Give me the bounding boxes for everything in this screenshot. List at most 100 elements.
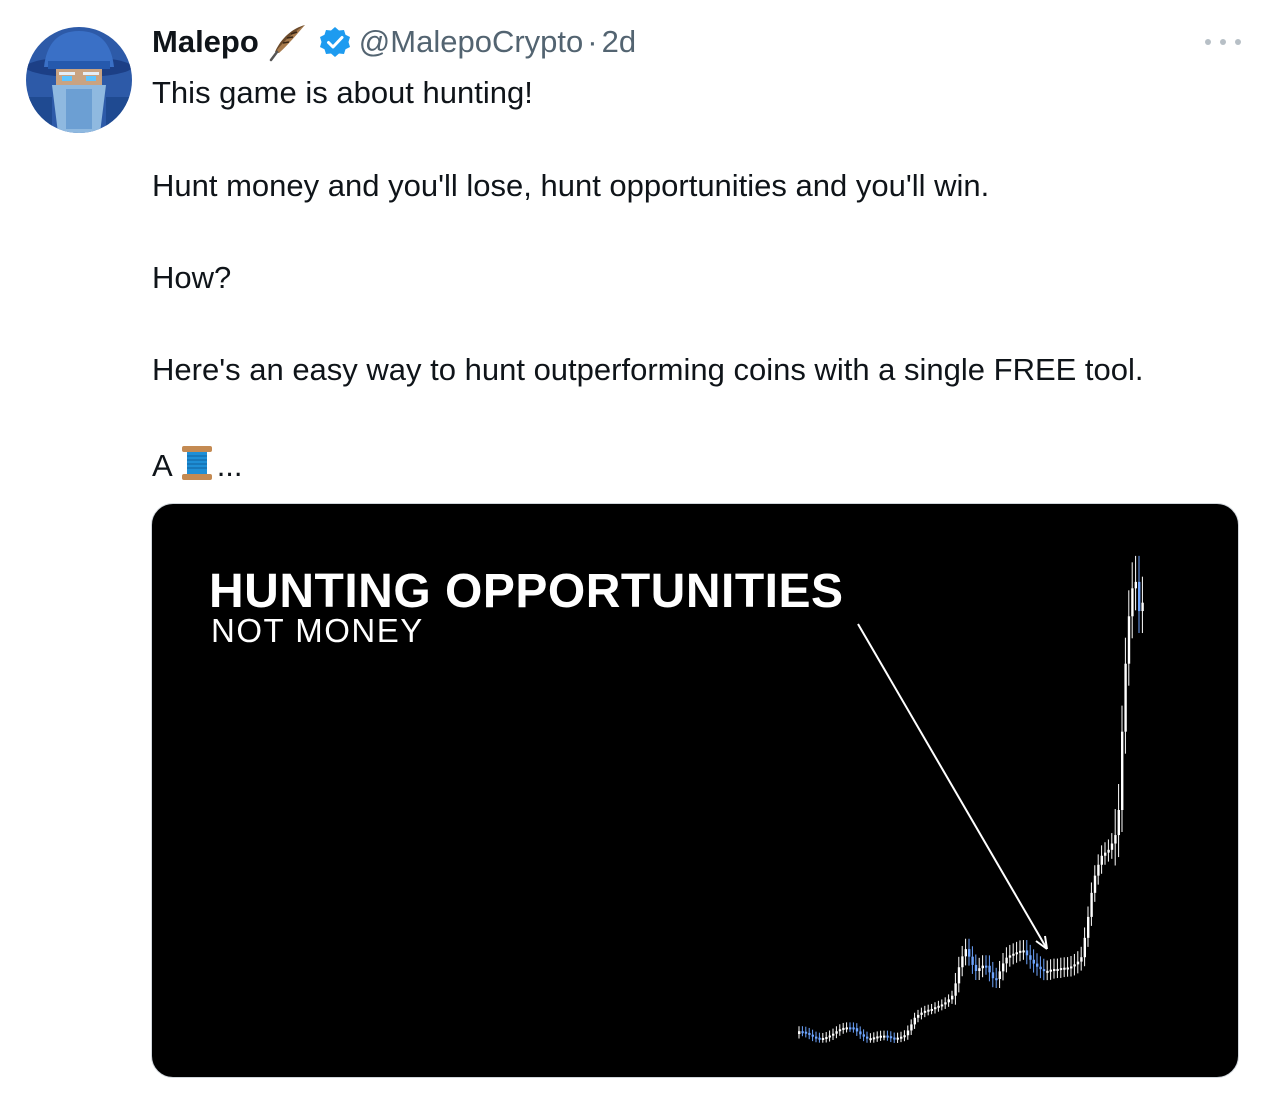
more-options-icon[interactable] [1203, 30, 1243, 54]
wizard-avatar-icon [26, 27, 132, 133]
candle-body [991, 972, 995, 979]
candle-body [995, 978, 998, 981]
candle-body [920, 1012, 923, 1015]
candle-body [886, 1035, 889, 1038]
candle-body [1053, 969, 1056, 972]
candle-body [906, 1030, 910, 1036]
candle-body [981, 965, 984, 969]
candle-body [947, 999, 950, 1003]
verified-badge-icon[interactable] [319, 26, 351, 58]
candle-body [798, 1031, 801, 1034]
candle-body [1036, 963, 1039, 967]
candle-body [940, 1004, 944, 1007]
candle-body [971, 956, 974, 965]
candle-body [1117, 809, 1120, 836]
candle-body [961, 956, 964, 968]
candle-body [838, 1029, 842, 1032]
candle-body [985, 965, 988, 968]
candle-body [917, 1014, 920, 1018]
candle-body [818, 1037, 821, 1040]
candlestick-series [798, 555, 1144, 1043]
candle-body [1087, 916, 1090, 938]
candle-body [930, 1008, 933, 1011]
candle-body [893, 1037, 896, 1040]
tweet-timestamp[interactable]: 2d [602, 24, 636, 60]
candle-body [1056, 968, 1059, 971]
candle-body [811, 1034, 814, 1037]
candle-body [815, 1036, 818, 1039]
author-avatar[interactable] [26, 27, 132, 133]
candle-body [1070, 966, 1073, 969]
candle-body [974, 964, 978, 971]
tweet-text-line: Here's an easy way to hunt outperforming… [152, 352, 1144, 387]
candle-body [872, 1037, 876, 1040]
thread-prefix: A [152, 448, 173, 483]
candle-body [828, 1035, 831, 1038]
candle-body [1083, 937, 1086, 958]
candle-body [1002, 963, 1005, 972]
candle-body [968, 949, 971, 957]
candle-body [1121, 731, 1124, 810]
candle-body [1049, 969, 1052, 972]
candle-body [1124, 663, 1127, 732]
tweet-text-line-thread: A ... [152, 444, 243, 484]
candle-body [855, 1028, 859, 1032]
candle-body [866, 1036, 869, 1039]
candle-body [1073, 964, 1076, 967]
candle-body [988, 965, 991, 973]
candle-body [832, 1033, 835, 1036]
candle-body [1090, 892, 1093, 917]
candle-body [1015, 952, 1018, 955]
candle-body [1063, 967, 1066, 970]
media-title: HUNTING OPPORTUNITIES [209, 565, 844, 618]
candle-body [842, 1027, 845, 1030]
candle-body [1005, 957, 1008, 964]
candle-body [913, 1017, 916, 1025]
candle-body [900, 1036, 903, 1039]
annotation-arrow-line [857, 623, 1048, 950]
candle-body [1039, 966, 1042, 970]
candle-body [1131, 588, 1134, 617]
candle-body [825, 1037, 828, 1040]
candle-body [923, 1010, 927, 1013]
candle-body [1141, 602, 1144, 612]
candle-body [876, 1036, 879, 1039]
candle-body [951, 995, 954, 1000]
candle-body [1100, 855, 1103, 865]
candle-body [1032, 959, 1035, 964]
candle-body [821, 1037, 825, 1040]
candle-body [1022, 950, 1025, 953]
candle-body [1046, 970, 1049, 973]
candle-body [944, 1002, 947, 1005]
candle-body [1104, 852, 1107, 856]
candle-body [1012, 953, 1015, 956]
candle-body [964, 949, 967, 957]
candle-body [1138, 581, 1141, 612]
candle-body [1008, 955, 1012, 958]
candle-body [1080, 957, 1083, 962]
tweet-header: Malepo @MalepoCrypto · 2d [152, 22, 636, 62]
candle-body [1134, 581, 1137, 589]
candle-body [978, 968, 981, 971]
candle-body [883, 1035, 886, 1038]
candle-body [957, 967, 961, 984]
candle-body [896, 1037, 899, 1040]
candle-body [1025, 950, 1029, 956]
candle-body [801, 1031, 804, 1034]
spool-of-thread-icon [179, 444, 215, 482]
candle-body [862, 1034, 865, 1037]
candle-body [954, 983, 957, 996]
candle-body [1029, 955, 1032, 960]
tweet-text-line: How? [152, 260, 232, 295]
tweet-text-line: Hunt money and you'll lose, hunt opportu… [152, 168, 990, 203]
candle-body [845, 1027, 848, 1030]
author-name[interactable]: Malepo [152, 24, 259, 60]
ellipsis: ... [216, 448, 243, 483]
tweet-media-image[interactable]: HUNTING OPPORTUNITIES NOT MONEY [151, 503, 1239, 1078]
candle-body [1107, 849, 1110, 853]
author-handle[interactable]: @MalepoCrypto [359, 24, 583, 60]
tweet-text-line: This game is about hunting! [152, 75, 533, 110]
candle-body [849, 1027, 852, 1030]
candle-body [1097, 864, 1100, 876]
candle-body [1059, 968, 1063, 971]
